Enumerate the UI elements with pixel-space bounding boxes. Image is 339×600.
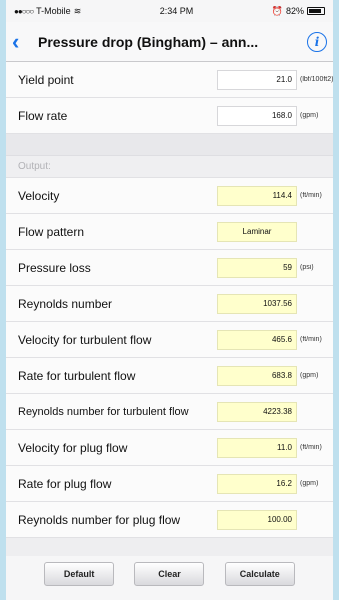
- output-row-velocity: Velocity 114.4 (ft/min): [6, 178, 333, 214]
- input-row-yield-point: Yield point 21.0 (lbf/100ft2): [6, 62, 333, 98]
- unit-label: (ft/min): [300, 192, 322, 199]
- unit-label: (gpm): [300, 112, 319, 119]
- alarm-icon: ⏰: [271, 5, 283, 16]
- velocity-value: 114.4: [217, 185, 297, 206]
- flow-pattern-value: Laminar: [217, 221, 297, 242]
- output-row-reynolds-number: Reynolds number 1037.56: [6, 286, 333, 322]
- output-label: Flow pattern: [18, 224, 85, 239]
- output-row-velocity-plug: Velocity for plug flow 11.0 (ft/min): [6, 430, 333, 466]
- output-header: Output:: [6, 156, 333, 178]
- flow-rate-field[interactable]: 168.0: [217, 105, 297, 126]
- output-row-reynolds-turbulent: Reynolds number for turbulent flow 4223.…: [6, 394, 333, 430]
- input-row-flow-rate: Flow rate 168.0 (gpm): [6, 98, 333, 134]
- clear-button[interactable]: Clear: [134, 562, 205, 586]
- default-button[interactable]: Default: [44, 562, 115, 586]
- velocity-plug-value: 11.0: [217, 437, 297, 458]
- status-bar: ●●○○○ T-Mobile ≋ 2:34 PM ⏰ 82%: [6, 0, 333, 22]
- reynolds-plug-value: 100.00: [217, 509, 297, 530]
- unit-label: (gpm): [300, 480, 319, 487]
- output-row-rate-turbulent: Rate for turbulent flow 683.8 (gpm): [6, 358, 333, 394]
- output-row-flow-pattern: Flow pattern Laminar: [6, 214, 333, 250]
- unit-label: (lbf/100ft2): [300, 76, 333, 83]
- wifi-icon: ≋: [73, 5, 82, 16]
- output-label: Rate for plug flow: [18, 476, 112, 491]
- unit-label: (ft/min): [300, 444, 322, 451]
- section-spacer: [6, 134, 333, 156]
- status-time: 2:34 PM: [159, 6, 194, 16]
- app-frame: ●●○○○ T-Mobile ≋ 2:34 PM ⏰ 82% ‹ Pressur…: [0, 0, 339, 600]
- input-list: Yield point 21.0 (lbf/100ft2) Flow rate …: [6, 62, 333, 134]
- button-bar: Default Clear Calculate: [6, 562, 333, 586]
- rate-turbulent-value: 683.8: [217, 365, 297, 386]
- rate-plug-value: 16.2: [217, 473, 297, 494]
- reynolds-turbulent-value: 4223.38: [217, 401, 297, 422]
- output-row-velocity-turbulent: Velocity for turbulent flow 465.6 (ft/mi…: [6, 322, 333, 358]
- output-label: Rate for turbulent flow: [18, 368, 136, 383]
- battery-icon: [307, 7, 325, 15]
- output-list: Velocity 114.4 (ft/min) Flow pattern Lam…: [6, 178, 333, 538]
- unit-label: (gpm): [300, 372, 319, 379]
- page-title: Pressure drop (Bingham) – ann...: [38, 33, 259, 50]
- output-label: Pressure loss: [18, 260, 91, 275]
- output-label: Reynolds number: [18, 296, 113, 311]
- output-label: Reynolds number for plug flow: [18, 512, 181, 527]
- reynolds-number-value: 1037.56: [217, 293, 297, 314]
- unit-label: (psi): [300, 264, 314, 271]
- output-row-reynolds-plug: Reynolds number for plug flow 100.00: [6, 502, 333, 538]
- velocity-turbulent-value: 465.6: [217, 329, 297, 350]
- output-row-pressure-loss: Pressure loss 59 (psi): [6, 250, 333, 286]
- output-label: Velocity for plug flow: [18, 440, 128, 455]
- battery-percent: 82%: [285, 6, 304, 16]
- output-label: Reynolds number for turbulent flow: [18, 405, 189, 418]
- input-label: Yield point: [18, 72, 74, 87]
- input-label: Flow rate: [18, 108, 68, 123]
- output-row-rate-plug: Rate for plug flow 16.2 (gpm): [6, 466, 333, 502]
- bottom-spacer: [6, 538, 333, 556]
- back-button[interactable]: ‹: [12, 30, 38, 53]
- carrier-label: T-Mobile: [36, 6, 71, 16]
- signal-icon: ●●○○○: [14, 6, 34, 16]
- output-label: Velocity: [18, 188, 60, 203]
- yield-point-field[interactable]: 21.0: [217, 69, 297, 90]
- unit-label: (ft/min): [300, 336, 322, 343]
- output-label: Velocity for turbulent flow: [18, 332, 152, 347]
- calculate-button[interactable]: Calculate: [224, 562, 295, 586]
- info-icon[interactable]: i: [307, 31, 327, 52]
- pressure-loss-value: 59: [217, 257, 297, 278]
- navigation-bar: ‹ Pressure drop (Bingham) – ann... i: [6, 22, 333, 62]
